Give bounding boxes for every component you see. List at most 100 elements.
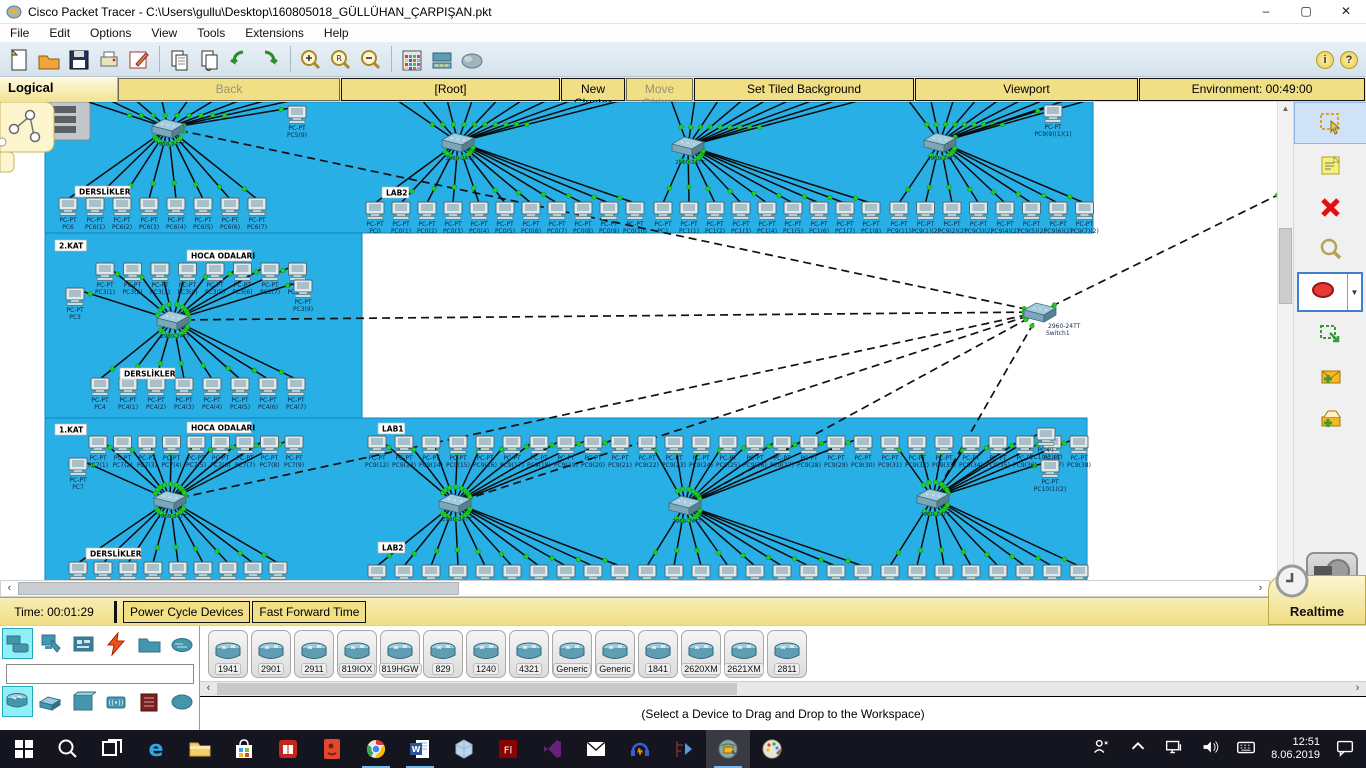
taskbar-visual-studio[interactable] [530, 730, 574, 768]
environment-button[interactable]: Environment: 00:49:00 [1139, 78, 1365, 101]
pc-device[interactable]: PC-PT PC7(1) [88, 436, 108, 469]
pc-device[interactable]: PC-PT PC6(1) [85, 198, 105, 231]
info-button[interactable]: i [1316, 51, 1334, 69]
category-wireless-devices[interactable]: ((•)) [101, 686, 132, 717]
device-scroll-left[interactable]: ‹ [200, 682, 217, 695]
taskbar-search[interactable] [46, 730, 90, 768]
vertical-scroll-thumb[interactable] [1279, 228, 1292, 304]
region-label[interactable]: 2.KAT [55, 240, 87, 251]
pc-device[interactable]: PC-PT PC8(5) [193, 562, 213, 580]
logical-canvas[interactable]: PC-PT PC6 PC-PT PC6(1) PC-PT PC6(2) PC-P… [0, 102, 1277, 580]
pc-device[interactable]: PC-PT PC7(8) [259, 436, 279, 469]
move-object-button[interactable]: Move Object [626, 78, 693, 101]
paste-button[interactable] [195, 46, 225, 74]
pc-device[interactable]: PC-PT PC1(4) [757, 202, 777, 235]
pc-device[interactable]: PC-PT PC8(6) [218, 562, 238, 580]
pc-device[interactable]: PC-PT PC0(9) [599, 202, 619, 235]
delete-tool[interactable] [1294, 186, 1366, 228]
pc-device[interactable]: PC-PT PC8(3) [143, 562, 163, 580]
set-tiled-background-button[interactable]: Set Tiled Background [694, 78, 914, 101]
pc-device[interactable]: PC-PT PC8 [69, 562, 87, 580]
pc-device[interactable]: PC-PT PC5(9) [287, 106, 307, 139]
vertical-scrollbar[interactable]: ▲ ▼ [1277, 102, 1293, 580]
tray-keyboard-icon[interactable] [1235, 736, 1257, 763]
zoom-reset-button[interactable]: R [326, 46, 356, 74]
region-label[interactable]: LAB2 [378, 542, 405, 553]
pc-device[interactable]: PC-PT PC7(3) [137, 436, 157, 469]
pc-device[interactable]: PC-PT PC0(5) [495, 202, 515, 235]
pc-device[interactable]: PC-PT PC6(6) [220, 198, 240, 231]
device-1941[interactable]: 1941 [208, 630, 248, 678]
category-multiuser-cloud[interactable] [167, 628, 198, 659]
device-scroll-right[interactable]: › [1349, 682, 1366, 695]
device-scroll-thumb[interactable] [217, 683, 737, 695]
pc-device[interactable]: PC-PT PC4(1) [118, 378, 138, 411]
select-tool[interactable] [1294, 102, 1366, 144]
multiuser-button[interactable] [457, 46, 487, 74]
taskbar-equalizer[interactable] [662, 730, 706, 768]
menu-view[interactable]: View [141, 25, 187, 41]
taskbar-store[interactable] [222, 730, 266, 768]
pc-device[interactable]: PC-PT PC3(7) [260, 263, 280, 296]
help-button[interactable]: ? [1340, 51, 1358, 69]
pc-device[interactable]: PC-PT PC0(8) [573, 202, 593, 235]
pc-device[interactable]: PC-PT PC4(6) [258, 378, 278, 411]
taskbar-start[interactable] [2, 730, 46, 768]
region-label[interactable]: LAB1 [378, 423, 405, 434]
taskbar-task-view[interactable] [90, 730, 134, 768]
draw-shape-tool[interactable]: ▼ [1297, 272, 1363, 312]
pc-device[interactable]: PC-PT PC3(2) [122, 263, 142, 296]
scroll-left-arrow[interactable]: ‹ [1, 581, 18, 596]
pc-device[interactable]: PC-PT PC3(9) [293, 280, 313, 313]
pc-device[interactable]: PC-PT PC4(2) [146, 378, 166, 411]
device-1841[interactable]: 1841 [638, 630, 678, 678]
scroll-up-arrow[interactable]: ▲ [1278, 104, 1293, 113]
menu-tools[interactable]: Tools [187, 25, 235, 41]
category-network-devices[interactable] [2, 628, 33, 659]
pc-device[interactable]: PC-PT PC3(3) [150, 263, 170, 296]
pc-device[interactable]: PC-PT PC3(5) [205, 263, 225, 296]
custom-devices-dialog-button[interactable] [427, 46, 457, 74]
region-label[interactable]: HOCA ODALARI [187, 250, 255, 261]
pc-device[interactable]: PC-PT PC8(1) [93, 562, 113, 580]
device-4321[interactable]: 4321 [509, 630, 549, 678]
pc-device[interactable]: PC-PT PC3(1) [95, 263, 115, 296]
tray-notification-icon[interactable] [1334, 736, 1356, 763]
device-829[interactable]: 829 [423, 630, 463, 678]
device-2911[interactable]: 2911 [294, 630, 334, 678]
print-button[interactable] [94, 46, 124, 74]
add-complex-pdu-tool[interactable] [1294, 398, 1366, 440]
device-generic[interactable]: Generic [595, 630, 635, 678]
horizontal-scrollbar[interactable]: ‹ › [0, 580, 1270, 597]
tray-people-icon[interactable] [1091, 736, 1113, 763]
taskbar-reader-red[interactable] [310, 730, 354, 768]
pc-device[interactable]: PC-PT PC6(5) [193, 198, 213, 231]
tray-clock[interactable]: 12:518.06.2019 [1271, 736, 1320, 762]
resize-shape-tool[interactable] [1294, 314, 1366, 356]
pc-device[interactable]: PC-PT PC0(6) [521, 202, 541, 235]
activity-wizard-button[interactable] [124, 46, 154, 74]
tab-logical[interactable]: Logical [0, 77, 118, 102]
add-simple-pdu-tool[interactable] [1294, 356, 1366, 398]
menu-file[interactable]: File [0, 25, 39, 41]
category-hubs[interactable] [68, 686, 99, 717]
horizontal-scroll-thumb[interactable] [18, 582, 459, 595]
pc-device[interactable]: PC-PT PC1(2) [705, 202, 725, 235]
region-label[interactable]: DERSLİKLER [75, 186, 131, 197]
pc-device[interactable]: PC-PT PC6(2) [112, 198, 132, 231]
taskbar-edge[interactable]: e [134, 730, 178, 768]
device-819hgw[interactable]: 819HGW [380, 630, 420, 678]
region-label[interactable]: 1.KAT [55, 424, 87, 435]
taskbar-file-explorer[interactable] [178, 730, 222, 768]
open-button[interactable] [34, 46, 64, 74]
category-connections[interactable] [101, 628, 132, 659]
pc-device[interactable]: PC-PT PC3(6) [232, 263, 252, 296]
category-end-devices[interactable] [35, 628, 66, 659]
pc-device[interactable]: PC-PT PC8(7) [243, 562, 263, 580]
close-button[interactable]: ✕ [1326, 0, 1366, 23]
pc-device[interactable]: PC-PT PC4(5) [230, 378, 250, 411]
pc-device[interactable]: PC-PT PC3(4) [177, 263, 197, 296]
device-1240[interactable]: 1240 [466, 630, 506, 678]
new-button[interactable] [4, 46, 34, 74]
pc-device[interactable]: PC-PT PC1(3) [731, 202, 751, 235]
